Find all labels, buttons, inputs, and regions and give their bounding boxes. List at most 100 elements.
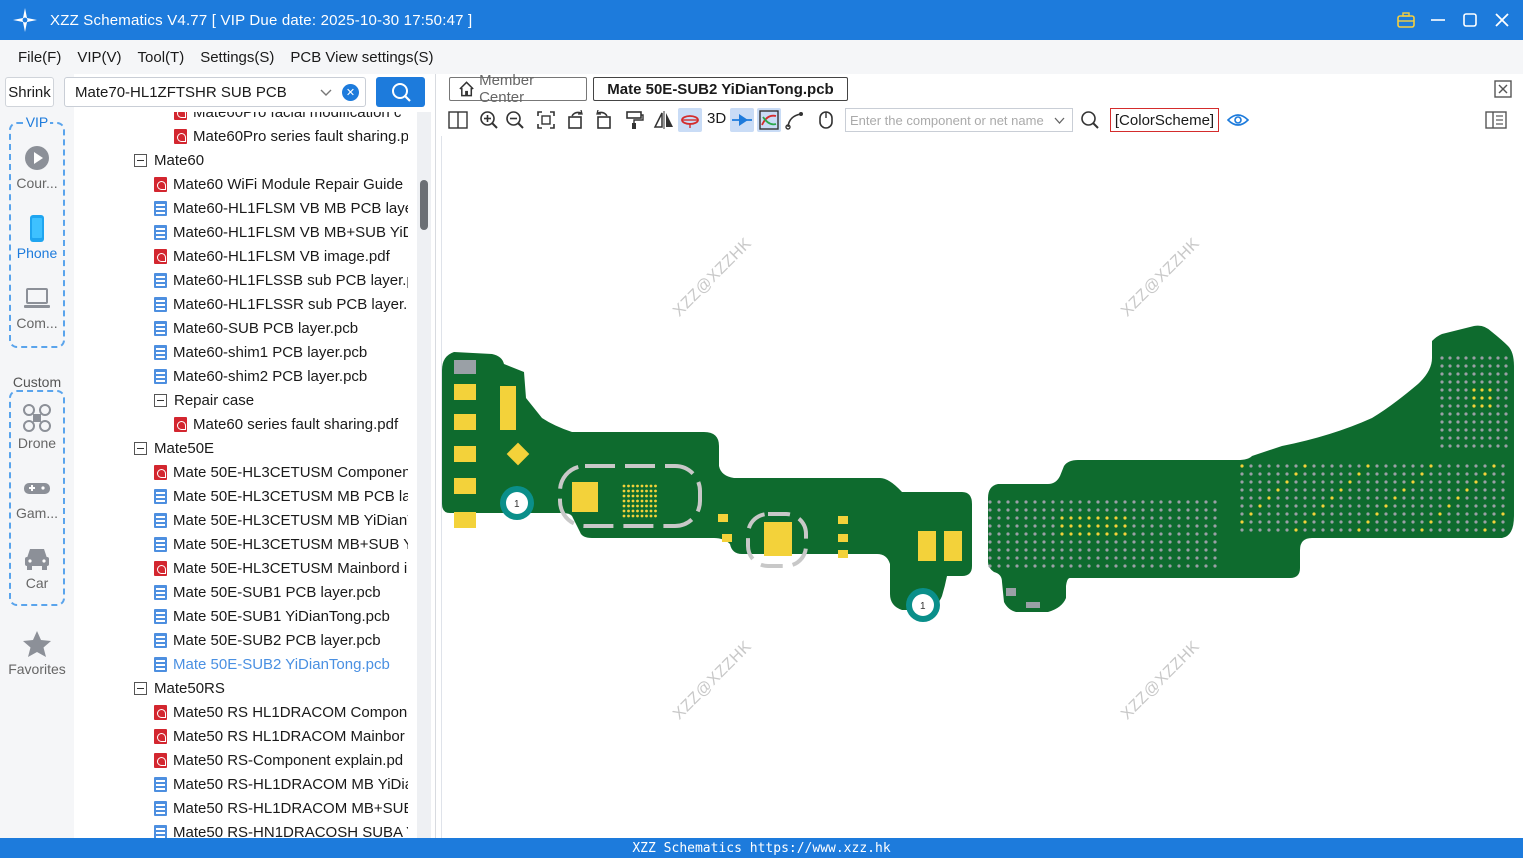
menu-pcb-view-settings[interactable]: PCB View settings(S) [290,49,433,66]
menu-file[interactable]: File(F) [18,49,61,66]
collapse-toggle-icon[interactable] [134,153,147,167]
format-painter-icon[interactable] [622,108,646,132]
briefcase-icon[interactable] [1393,7,1419,33]
tree-folder[interactable]: Mate50E [134,436,214,460]
tree-file[interactable]: Mate60-HL1FLSM VB image.pdf [154,244,390,268]
tab-active-pcb[interactable]: Mate 50E-SUB2 YiDianTong.pcb [593,77,848,101]
tab-member-center[interactable]: Member Center [449,72,587,106]
tree-file[interactable]: Mate60-HL1FLSSR sub PCB layer.p [154,292,408,316]
shrink-button[interactable]: Shrink [5,77,54,107]
tree-file[interactable]: Mate60-HL1FLSM VB MB+SUB YiD [154,220,408,244]
pdf-file-icon [174,128,187,144]
tree-file[interactable]: Mate 50E-HL3CETUSM MB YiDianT [154,508,408,532]
tree-file[interactable]: Mate50 RS-HN1DRACOSH SUBA Y [154,820,408,838]
chevron-down-icon[interactable] [1053,114,1066,127]
tree-file[interactable]: Mate60-shim2 PCB layer.pcb [154,364,367,388]
tree-folder[interactable]: Repair case [154,388,254,412]
tree-file[interactable]: Mate 50E-HL3CETUSM MB PCB lay [154,484,408,508]
zoom-out-icon[interactable] [503,108,527,132]
via [1150,564,1154,568]
rail-item-game[interactable]: Gam... [0,474,74,521]
three-d-toggle[interactable]: 3D [707,110,726,127]
tree-file[interactable]: Mate50 RS-Component explain.pd [154,748,403,772]
collapse-toggle-icon[interactable] [134,681,147,695]
search-button[interactable] [376,77,425,107]
net-highlight-icon[interactable] [730,108,754,132]
via [1496,436,1500,440]
tree-file[interactable]: Mate50 RS-HL1DRACOM MB+SUB [154,796,408,820]
via [1069,532,1073,536]
color-scheme-button[interactable]: [ColorScheme] [1110,108,1219,132]
close-tab-panel-icon[interactable] [1493,79,1513,99]
menu-vip[interactable]: VIP(V) [77,49,121,66]
clear-search-icon[interactable]: ✕ [342,84,359,101]
via [1393,496,1397,500]
tree-file[interactable]: Mate60 series fault sharing.pdf [174,412,398,436]
tree-file[interactable]: Mate50 RS HL1DRACOM Mainbor [154,724,405,748]
tree-file[interactable]: Mate 50E-SUB2 PCB layer.pcb [154,628,381,652]
via [1051,540,1055,544]
fit-view-icon[interactable] [534,108,558,132]
rail-item-phone[interactable]: Phone [0,214,74,261]
flip-board-icon[interactable] [678,108,702,132]
menu-settings[interactable]: Settings(S) [200,49,274,66]
search-icon[interactable] [1078,108,1102,132]
rail-item-drone[interactable]: Drone [0,404,74,451]
via [1051,500,1055,504]
tree-file[interactable]: Mate 50E-SUB2 YiDianTong.pcb [154,652,390,676]
collapse-toggle-icon[interactable] [154,393,167,407]
minimize-button[interactable] [1425,7,1451,33]
color-map-icon[interactable] [757,108,781,132]
tree-file[interactable]: Mate 50E-HL3CETUSM Componen [154,460,408,484]
tree-file[interactable]: Mate60-HL1FLSM VB MB PCB laye [154,196,408,220]
rail-item-car[interactable]: Car [0,544,74,591]
pcb-canvas[interactable]: XZZ@XZZHK XZZ@XZZHK XZZ@XZZHK XZZ@XZZHK … [441,136,1523,838]
pcb-file-icon [154,344,167,360]
tree-file[interactable]: Mate 50E-SUB1 PCB layer.pcb [154,580,381,604]
tree-file[interactable]: Mate 50E-SUB1 YiDianTong.pcb [154,604,390,628]
tree-file[interactable]: Mate60-shim1 PCB layer.pcb [154,340,367,364]
eye-icon[interactable] [1226,108,1250,132]
close-button[interactable] [1489,7,1515,33]
tree-file[interactable]: Mate 50E-HL3CETUSM MB+SUB Yi [154,532,408,556]
scrollbar-thumb[interactable] [420,180,428,230]
rail-item-computer[interactable]: Com... [0,284,74,331]
mouse-icon[interactable] [814,108,838,132]
search-input[interactable]: Mate70-HL1ZFTSHR SUB PCB [75,84,287,101]
via [1464,428,1468,432]
trace-icon[interactable] [783,108,807,132]
zoom-in-icon[interactable] [477,108,501,132]
tree-file[interactable]: Mate60Pro facial modification c [174,112,401,124]
component-search-input[interactable]: Enter the component or net name [845,108,1073,132]
tree-folder[interactable]: Mate60 [134,148,204,172]
rail-item-label: Drone [17,435,57,451]
tree-file[interactable]: Mate50 RS HL1DRACOM Compone [154,700,408,724]
tree-file[interactable]: Mate60-SUB PCB layer.pcb [154,316,358,340]
tree-file[interactable]: Mate60Pro series fault sharing.p [174,124,408,148]
via [1366,488,1370,492]
tree-file[interactable]: Mate60 WiFi Module Repair Guide [154,172,403,196]
rotate-right-icon[interactable] [591,108,615,132]
tree-file[interactable]: Mate60-HL1FLSSB sub PCB layer.p [154,268,408,292]
maximize-button[interactable] [1457,7,1483,33]
tree-file[interactable]: Mate 50E-HL3CETUSM Mainbord i [154,556,407,580]
via [1294,512,1298,516]
rail-item-courses[interactable]: Cour... [0,144,74,191]
via [1321,464,1325,468]
via [1123,548,1127,552]
via [1051,524,1055,528]
split-view-icon[interactable] [446,108,470,132]
tree-file[interactable]: Mate50 RS-HL1DRACOM MB YiDia [154,772,408,796]
chevron-down-icon[interactable] [319,85,333,99]
collapse-toggle-icon[interactable] [134,441,147,455]
rotate-left-icon[interactable] [564,108,588,132]
tree-scrollbar[interactable] [417,112,431,838]
side-panel-icon[interactable] [1484,108,1508,132]
pcb-board-drawing[interactable]: 11 [442,136,1523,838]
tree-folder[interactable]: Mate50RS [134,676,225,700]
menu-tool[interactable]: Tool(T) [138,49,185,66]
search-combobox[interactable]: Mate70-HL1ZFTSHR SUB PCB ✕ [64,77,366,107]
pcb-pad [838,516,848,524]
mirror-icon[interactable] [652,108,676,132]
rail-item-favorites[interactable]: Favorites [0,630,74,677]
